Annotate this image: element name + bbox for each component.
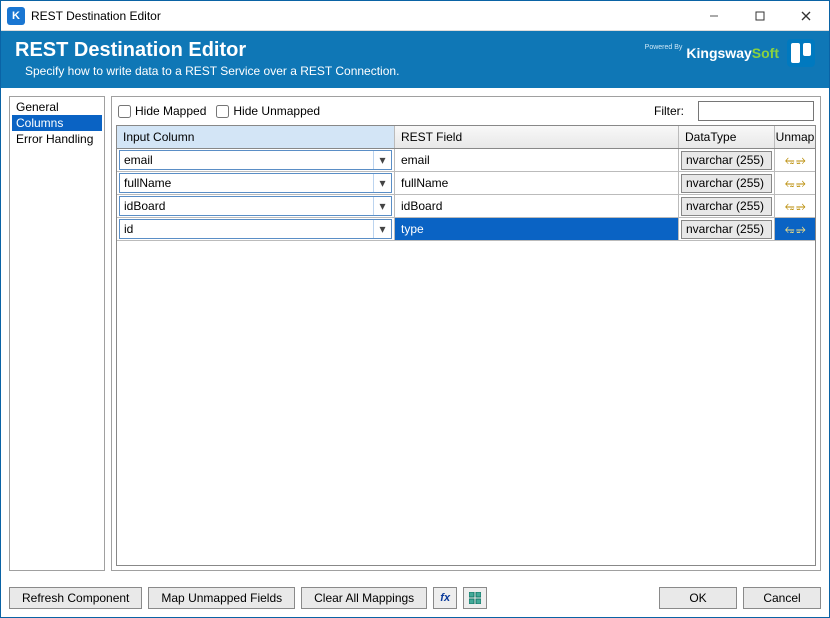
datatype-chip: nvarchar (255): [681, 151, 772, 170]
footer-bar: Refresh Component Map Unmapped Fields Cl…: [1, 579, 829, 617]
filter-label: Filter:: [654, 104, 684, 118]
input-column-combo[interactable]: fullName▾: [119, 173, 392, 193]
grid-empty-area: [117, 241, 815, 565]
input-column-combo[interactable]: email▾: [119, 150, 392, 170]
powered-by-label: Powered By: [645, 44, 683, 51]
refresh-component-button[interactable]: Refresh Component: [9, 587, 142, 609]
brand-text-b: Soft: [752, 45, 779, 61]
page-heading: REST Destination Editor: [15, 39, 645, 62]
brand-text-a: Kingsway: [686, 45, 751, 61]
filter-input[interactable]: [698, 101, 814, 121]
ok-button[interactable]: OK: [659, 587, 737, 609]
input-column-cell[interactable]: fullName▾: [117, 172, 395, 194]
table-row[interactable]: fullName▾fullNamenvarchar (255)⥳⥳: [117, 172, 815, 195]
unmap-icon[interactable]: ⥳⥳: [785, 222, 805, 237]
unmap-cell[interactable]: ⥳⥳: [775, 149, 815, 171]
table-row[interactable]: email▾emailnvarchar (255)⥳⥳: [117, 149, 815, 172]
input-column-value: fullName: [120, 176, 373, 190]
sidebar-item-columns[interactable]: Columns: [12, 115, 102, 131]
maximize-button[interactable]: [737, 1, 783, 30]
grid-body: email▾emailnvarchar (255)⥳⥳fullName▾full…: [117, 149, 815, 241]
hide-unmapped-checkbox[interactable]: Hide Unmapped: [216, 104, 320, 118]
hide-mapped-input[interactable]: [118, 105, 131, 118]
window-controls: [691, 1, 829, 30]
datatype-cell: nvarchar (255): [679, 172, 775, 194]
unmap-icon[interactable]: ⥳⥳: [785, 176, 805, 191]
table-row[interactable]: idBoard▾idBoardnvarchar (255)⥳⥳: [117, 195, 815, 218]
rest-field-value: email: [397, 153, 676, 167]
datatype-chip: nvarchar (255): [681, 174, 772, 193]
grid-header-row: Input Column REST Field DataType Unmap: [117, 126, 815, 149]
kingswaysoft-logo: Powered By KingswaySoft: [645, 45, 779, 61]
datatype-cell: nvarchar (255): [679, 149, 775, 171]
trello-icon: [787, 39, 815, 67]
unmap-cell[interactable]: ⥳⥳: [775, 195, 815, 217]
rest-field-value: idBoard: [397, 199, 676, 213]
unmap-cell[interactable]: ⥳⥳: [775, 218, 815, 240]
body-area: GeneralColumnsError Handling Hide Mapped…: [1, 88, 829, 579]
rest-field-value: fullName: [397, 176, 676, 190]
close-button[interactable]: [783, 1, 829, 30]
titlebar: K REST Destination Editor: [1, 1, 829, 31]
datatype-chip: nvarchar (255): [681, 220, 772, 239]
clear-all-mappings-button[interactable]: Clear All Mappings: [301, 587, 427, 609]
col-header-input[interactable]: Input Column: [117, 126, 395, 148]
chevron-down-icon[interactable]: ▾: [373, 220, 391, 238]
sidebar: GeneralColumnsError Handling: [9, 96, 105, 571]
page-subtitle: Specify how to write data to a REST Serv…: [25, 64, 645, 78]
chevron-down-icon[interactable]: ▾: [373, 197, 391, 215]
sidebar-item-general[interactable]: General: [12, 99, 102, 115]
hide-mapped-checkbox[interactable]: Hide Mapped: [118, 104, 206, 118]
app-window: K REST Destination Editor REST Destinati…: [0, 0, 830, 618]
minimize-button[interactable]: [691, 1, 737, 30]
col-header-rest[interactable]: REST Field: [395, 126, 679, 148]
rest-field-value: type: [397, 222, 676, 236]
mapping-grid: Input Column REST Field DataType Unmap e…: [116, 125, 816, 566]
unmap-icon[interactable]: ⥳⥳: [785, 153, 805, 168]
table-row[interactable]: id▾ type nvarchar (255) ⥳⥳: [117, 218, 815, 241]
chevron-down-icon[interactable]: ▾: [373, 151, 391, 169]
columns-toolbar: Hide Mapped Hide Unmapped Filter:: [112, 97, 820, 125]
datatype-cell: nvarchar (255): [679, 195, 775, 217]
input-column-value: email: [120, 153, 373, 167]
cancel-button[interactable]: Cancel: [743, 587, 821, 609]
input-column-combo[interactable]: id▾: [119, 219, 392, 239]
input-column-cell[interactable]: idBoard▾: [117, 195, 395, 217]
grid-options-button[interactable]: [463, 587, 487, 609]
hide-unmapped-input[interactable]: [216, 105, 229, 118]
unmap-cell[interactable]: ⥳⥳: [775, 172, 815, 194]
datatype-cell: nvarchar (255): [679, 218, 775, 240]
input-column-cell[interactable]: id▾: [117, 218, 395, 240]
map-unmapped-button[interactable]: Map Unmapped Fields: [148, 587, 295, 609]
rest-field-cell[interactable]: idBoard: [395, 195, 679, 217]
input-column-value: idBoard: [120, 199, 373, 213]
input-column-combo[interactable]: idBoard▾: [119, 196, 392, 216]
sidebar-item-error-handling[interactable]: Error Handling: [12, 131, 102, 147]
main-panel: Hide Mapped Hide Unmapped Filter: Input …: [111, 96, 821, 571]
col-header-unmap[interactable]: Unmap: [775, 126, 815, 148]
expression-editor-button[interactable]: fx: [433, 587, 457, 609]
app-icon: K: [7, 7, 25, 25]
hide-unmapped-label: Hide Unmapped: [233, 104, 320, 118]
hide-mapped-label: Hide Mapped: [135, 104, 206, 118]
window-title: REST Destination Editor: [31, 9, 691, 23]
chevron-down-icon[interactable]: ▾: [373, 174, 391, 192]
datatype-chip: nvarchar (255): [681, 197, 772, 216]
rest-field-cell[interactable]: type: [395, 218, 679, 240]
input-column-cell[interactable]: email▾: [117, 149, 395, 171]
header-banner: REST Destination Editor Specify how to w…: [1, 31, 829, 88]
rest-field-cell[interactable]: email: [395, 149, 679, 171]
col-header-type[interactable]: DataType: [679, 126, 775, 148]
unmap-icon[interactable]: ⥳⥳: [785, 199, 805, 214]
input-column-value: id: [120, 222, 373, 236]
rest-field-cell[interactable]: fullName: [395, 172, 679, 194]
